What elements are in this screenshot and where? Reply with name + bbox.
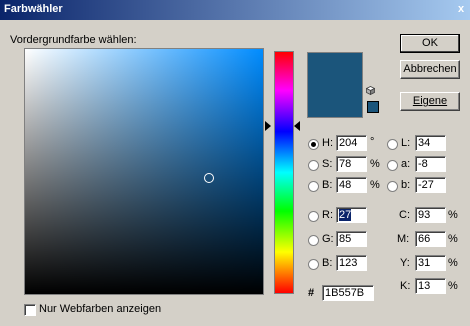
radio-brightness[interactable] — [308, 181, 319, 192]
yellow-input[interactable]: 31 — [415, 255, 446, 271]
web-colors-only-label: Nur Webfarben anzeigen — [39, 303, 162, 315]
saturation-unit: % — [370, 158, 380, 170]
cyan-label: C: — [399, 209, 410, 221]
saturation-input[interactable]: 78 — [336, 156, 367, 172]
web-safe-color-swatch[interactable] — [367, 101, 379, 113]
lab-l-input[interactable]: 34 — [415, 135, 446, 151]
brightness-label: B: — [322, 179, 333, 191]
custom-button-label: Eigene — [412, 95, 448, 107]
radio-lab-a[interactable] — [387, 160, 398, 171]
cyan-unit: % — [448, 209, 458, 221]
color-field[interactable] — [24, 48, 264, 295]
hex-input[interactable]: 1B557B — [322, 285, 374, 301]
green-label: G: — [322, 233, 334, 245]
red-label: R: — [322, 209, 333, 221]
lab-b-label: b: — [401, 179, 411, 191]
lab-a-input[interactable]: -8 — [415, 156, 446, 172]
hex-label: # — [308, 287, 315, 299]
radio-green[interactable] — [308, 235, 319, 246]
yellow-label: Y: — [400, 257, 410, 269]
hue-slider[interactable] — [274, 51, 294, 294]
key-unit: % — [448, 280, 458, 292]
red-input-value: 27 — [339, 209, 352, 221]
ok-button[interactable]: OK — [400, 34, 460, 53]
hue-input[interactable]: 204 — [336, 135, 367, 151]
blue-input[interactable]: 123 — [336, 255, 367, 271]
green-input[interactable]: 85 — [336, 231, 367, 247]
cancel-button[interactable]: Abbrechen — [400, 60, 460, 79]
saturation-label: S: — [322, 158, 333, 170]
magenta-label: M: — [397, 233, 410, 245]
magenta-input[interactable]: 66 — [415, 231, 446, 247]
radio-blue[interactable] — [308, 259, 319, 270]
red-input[interactable]: 27 — [336, 207, 367, 223]
yellow-unit: % — [448, 257, 458, 269]
window-title: Farbwähler — [4, 3, 63, 15]
brightness-unit: % — [370, 179, 380, 191]
hue-unit: ° — [370, 136, 375, 148]
custom-button[interactable]: Eigene — [400, 92, 460, 111]
color-field-cursor[interactable] — [204, 173, 214, 183]
radio-lab-l[interactable] — [387, 139, 398, 150]
current-color-swatch — [307, 52, 363, 118]
key-label: K: — [400, 280, 411, 292]
radio-lab-b[interactable] — [387, 181, 398, 192]
prompt-label: Vordergrundfarbe wählen: — [10, 34, 137, 46]
hue-label: H: — [322, 137, 333, 149]
cyan-input[interactable]: 93 — [415, 207, 446, 223]
radio-saturation[interactable] — [308, 160, 319, 171]
gamut-warning-cube-icon[interactable] — [366, 86, 375, 95]
blue-label: B: — [322, 257, 333, 269]
radio-hue[interactable] — [308, 139, 319, 150]
magenta-unit: % — [448, 233, 458, 245]
lab-l-label: L: — [401, 137, 411, 149]
key-input[interactable]: 13 — [415, 278, 446, 294]
lab-b-input[interactable]: -27 — [415, 177, 446, 193]
radio-red[interactable] — [308, 211, 319, 222]
title-bar — [0, 0, 470, 20]
web-colors-only-checkbox[interactable] — [24, 304, 36, 316]
hue-slider-right-arrow-icon[interactable] — [294, 121, 300, 131]
close-button[interactable]: x — [454, 2, 468, 16]
lab-a-label: a: — [401, 158, 411, 170]
hue-slider-left-arrow-icon[interactable] — [265, 121, 271, 131]
brightness-input[interactable]: 48 — [336, 177, 367, 193]
